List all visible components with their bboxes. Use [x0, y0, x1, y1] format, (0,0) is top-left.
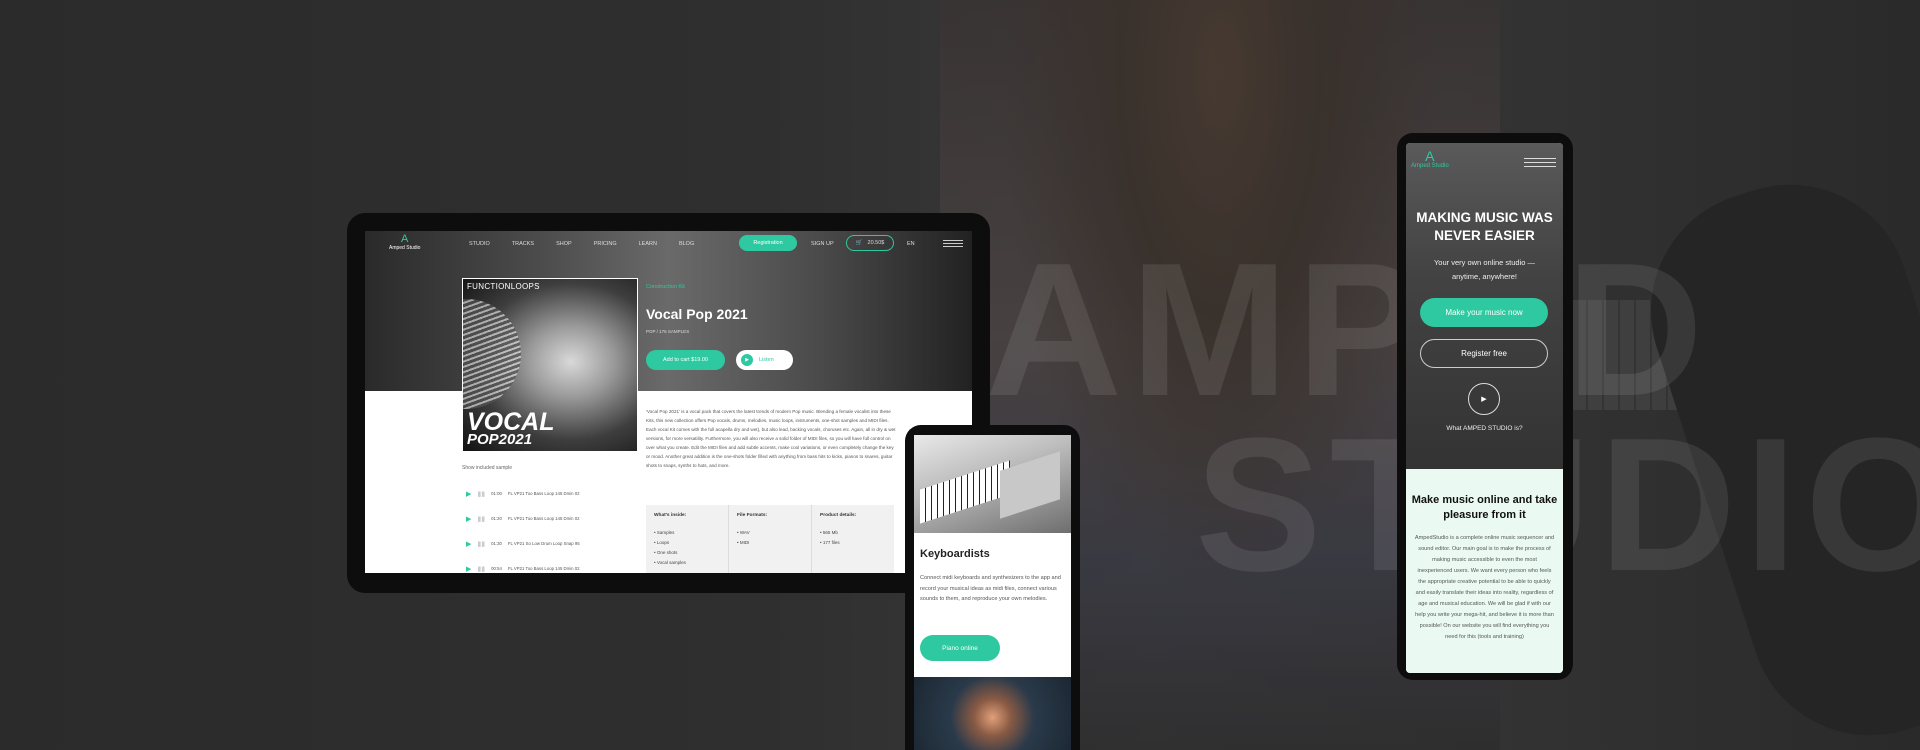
- tablet-text: Connect midi keyboards and synthesizers …: [920, 575, 1061, 602]
- info-item: • MIDI: [737, 540, 750, 545]
- info-item: • 177 files: [820, 540, 840, 545]
- waveform-icon: ▮▮: [477, 515, 486, 523]
- play-icon[interactable]: ▶: [466, 540, 471, 548]
- phone-about-text: AmpedStudio is a complete online music s…: [1414, 535, 1555, 640]
- info-item: • WAV: [737, 530, 750, 535]
- track-row[interactable]: ▶ ▮▮ 01:20 FL VP21 Too Bass Loop 145 Dmi…: [466, 506, 646, 531]
- info-product-details: Product details: • 565 Mb • 177 files: [812, 505, 894, 573]
- track-name: FL VP21 So Low Drum Loop Snap 95: [507, 541, 580, 546]
- feather-graphic: [463, 299, 521, 409]
- waveform-icon: ▮▮: [477, 540, 486, 548]
- track-row[interactable]: ▶ ▮▮ 00:54 FL VP21 Too Bass Loop 145 Dmi…: [466, 556, 646, 573]
- phone-logo[interactable]: A Amped Studio: [1411, 149, 1449, 169]
- tablet-screen: Keyboardists Connect midi keyboards and …: [914, 435, 1071, 750]
- track-time: 01:00: [491, 491, 502, 496]
- track-name: FL VP21 Too Bass Loop 145 Dmin 02: [507, 566, 580, 571]
- register-free-button[interactable]: Register free: [1420, 339, 1548, 368]
- nav-studio[interactable]: STUDIO: [469, 241, 490, 247]
- phone-subheading: Your very own online studio — anytime, a…: [1433, 258, 1536, 281]
- album-cover: FUNCTIONLOOPS VOCAL POP2021: [462, 278, 638, 452]
- info-item: • Samples: [654, 530, 675, 535]
- cover-title-line2: POP2021: [467, 431, 533, 448]
- track-row[interactable]: ▶ ▮▮ 01:00 FL VP21 Too Bass Loop 145 Dmi…: [466, 481, 646, 506]
- play-video-icon[interactable]: ▶: [1468, 383, 1500, 415]
- phone-heading: MAKING MUSIC WAS NEVER EASIER: [1416, 210, 1553, 243]
- add-to-cart-button[interactable]: Add to cart $19.00: [646, 350, 725, 370]
- track-list: ▶ ▮▮ 01:00 FL VP21 Too Bass Loop 145 Dmi…: [466, 481, 646, 573]
- product-subtitle: POP / 176 SAMPLES: [646, 329, 690, 334]
- listen-button[interactable]: ▶ Listen: [736, 350, 793, 370]
- info-file-formats: File Formats: • WAV • MIDI: [729, 505, 812, 573]
- product-info-table: What's inside: • Samples • Loops • One s…: [646, 505, 894, 573]
- logo-text: Amped Studio: [1411, 163, 1449, 169]
- menu-icon[interactable]: [1524, 158, 1556, 170]
- cart-button[interactable]: 🛒 20.50$: [846, 235, 894, 251]
- cover-brand: FUNCTIONLOOPS: [467, 282, 540, 291]
- make-music-button[interactable]: Make your music now: [1420, 298, 1548, 327]
- info-item: • 565 Mb: [820, 530, 838, 535]
- background-word-amped: AMPED: [985, 224, 1712, 436]
- singer-photo: [914, 677, 1071, 750]
- registration-button[interactable]: Registration: [739, 235, 797, 251]
- logo-mark-icon: A: [401, 233, 409, 245]
- language-selector[interactable]: EN: [907, 241, 915, 247]
- waveform-icon: ▮▮: [477, 490, 486, 498]
- info-heading: Product details:: [820, 513, 857, 518]
- nav-blog[interactable]: BLOG: [679, 241, 694, 247]
- nav-pricing[interactable]: PRICING: [594, 241, 617, 247]
- product-category[interactable]: Construction Kit: [646, 284, 685, 290]
- nav-shop[interactable]: SHOP: [556, 241, 572, 247]
- tablet-heading: Keyboardists: [920, 548, 990, 560]
- tablet-device: Keyboardists Connect midi keyboards and …: [905, 425, 1080, 750]
- nav-tracks[interactable]: TRACKS: [512, 241, 534, 247]
- show-samples-label: Show included sample: [462, 465, 513, 471]
- track-time: 00:54: [491, 566, 502, 571]
- track-row[interactable]: ▶ ▮▮ 01:30 FL VP21 So Low Drum Loop Snap…: [466, 531, 646, 556]
- logo-mark-icon: A: [1425, 148, 1435, 164]
- sign-up-link[interactable]: SIGN UP: [811, 241, 834, 247]
- track-name: FL VP21 Too Bass Loop 145 Dmin 02: [507, 491, 580, 496]
- what-is-link[interactable]: What AMPED STUDIO is?: [1406, 425, 1563, 432]
- cart-value: 20.50$: [867, 240, 885, 246]
- phone-device: A Amped Studio MAKING MUSIC WAS NEVER EA…: [1397, 133, 1573, 680]
- listen-label: Listen: [759, 357, 774, 363]
- play-icon[interactable]: ▶: [466, 515, 471, 523]
- product-description: 'Vocal Pop 2021' is a vocal pack that co…: [646, 409, 896, 468]
- nav-learn[interactable]: LEARN: [639, 241, 657, 247]
- info-item: • Loops: [654, 540, 670, 545]
- track-name: FL VP21 Too Bass Loop 145 Dmin 02: [507, 516, 580, 521]
- product-title: Vocal Pop 2021: [646, 306, 748, 322]
- menu-icon[interactable]: [943, 240, 963, 249]
- waveform-icon: ▮▮: [477, 565, 486, 573]
- logo-text: Amped Studio: [389, 245, 421, 251]
- desktop-navbar: A Amped Studio STUDIO TRACKS SHOP PRICIN…: [365, 231, 972, 257]
- play-icon[interactable]: ▶: [466, 490, 471, 498]
- info-item: • One shots: [654, 550, 678, 555]
- logo[interactable]: A Amped Studio: [389, 233, 421, 252]
- track-time: 01:20: [491, 516, 502, 521]
- info-heading: File Formats:: [737, 513, 768, 518]
- desktop-screen: A Amped Studio STUDIO TRACKS SHOP PRICIN…: [365, 231, 972, 573]
- play-icon[interactable]: ▶: [466, 565, 471, 573]
- cover-title-line1: VOCAL: [467, 408, 555, 436]
- track-time: 01:30: [491, 541, 502, 546]
- phone-screen: A Amped Studio MAKING MUSIC WAS NEVER EA…: [1406, 143, 1563, 673]
- info-item: • Vocal samples: [654, 560, 686, 565]
- piano-keys: [920, 460, 1010, 524]
- cart-icon: 🛒: [855, 240, 863, 246]
- nav-links: STUDIO TRACKS SHOP PRICING LEARN BLOG: [469, 241, 694, 247]
- phone-about-heading: Make music online and take pleasure from…: [1411, 494, 1558, 521]
- info-heading: What's inside:: [654, 513, 687, 518]
- stage: AMPED STUDIO A Amped Studio STUDIO TRACK…: [0, 0, 1920, 750]
- info-whats-inside: What's inside: • Samples • Loops • One s…: [646, 505, 729, 573]
- desktop-monitor: A Amped Studio STUDIO TRACKS SHOP PRICIN…: [347, 213, 990, 593]
- piano-online-button[interactable]: Piano online: [920, 635, 1000, 661]
- keyboard-photo: [914, 435, 1071, 533]
- play-icon: ▶: [741, 354, 753, 366]
